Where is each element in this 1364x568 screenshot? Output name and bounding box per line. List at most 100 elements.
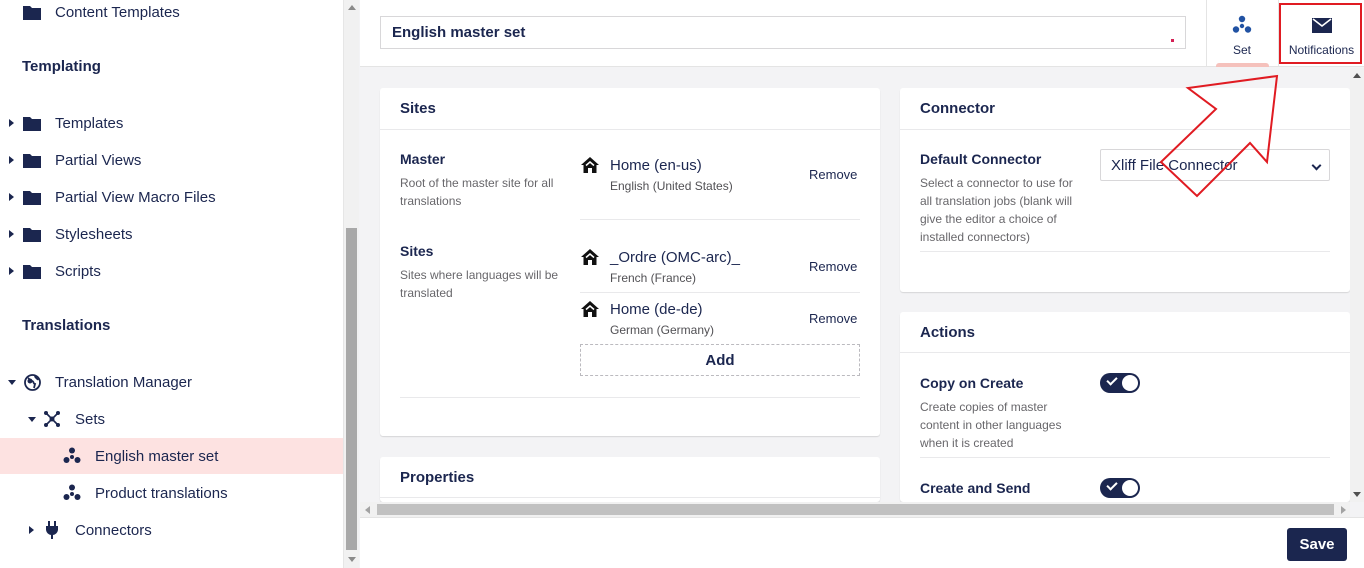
tree-item-connectors[interactable]: Connectors [0,512,343,548]
check-icon [1106,479,1118,491]
section-heading-translations: Translations [22,317,111,334]
sites-label: Sites [400,243,434,259]
tree-item-english-master-set[interactable]: English master set [0,438,343,474]
tree-item-templates[interactable]: Templates [0,105,343,141]
caret-down-icon[interactable] [8,379,16,385]
tree-item-label: Templates [55,114,124,132]
tree-item-label: Partial Views [55,151,142,169]
plug-icon [43,521,61,539]
divider [920,457,1330,458]
check-icon [1106,374,1118,386]
scroll-down-arrow-icon[interactable] [348,557,356,562]
default-connector-label: Default Connector [920,151,1042,167]
folder-icon [23,152,41,168]
remove-master-link[interactable]: Remove [809,167,857,182]
tree-item-translation-manager[interactable]: Translation Manager [0,364,343,400]
tree-item-label: Product translations [95,484,228,502]
caret-down-icon[interactable] [28,416,36,422]
site-culture: German (Germany) [610,323,715,337]
folder-icon [23,263,41,279]
remove-site-link[interactable]: Remove [809,259,857,274]
tree-item-label: Connectors [75,521,152,539]
copy-on-create-label: Copy on Create [920,375,1024,391]
active-tab-indicator [1216,63,1269,67]
caret-right-icon[interactable] [9,230,14,238]
copy-on-create-description: Create copies of master content in other… [920,400,1062,450]
create-and-send-toggle[interactable] [1100,478,1140,498]
folder-icon [23,189,41,205]
site-name: Home (de-de) [610,301,703,318]
caret-right-icon[interactable] [9,156,14,164]
sidebar-scroll-thumb[interactable] [346,228,357,550]
scroll-down-arrow-icon[interactable] [1353,492,1361,497]
home-icon [581,301,599,317]
scroll-left-arrow-icon[interactable] [365,506,370,514]
master-label: Master [400,151,446,167]
divider [580,292,860,293]
connector-panel: Connector Default Connector Select a con… [900,88,1350,292]
tree-item-content-templates[interactable]: Content Templates [0,0,343,30]
editor-footer: Save [360,517,1364,568]
home-icon [581,249,599,265]
set-icon [63,447,81,464]
tree-item-partial-views[interactable]: Partial Views [0,142,343,178]
scroll-right-arrow-icon[interactable] [1341,506,1346,514]
tree-item-label: Sets [75,410,106,428]
main-horizontal-scrollbar[interactable] [360,502,1350,517]
set-name-input[interactable] [380,16,1186,49]
divider [900,352,1350,353]
create-and-send-label: Create and Send [920,480,1031,496]
master-site-name: Home (en-us) [610,157,702,174]
tree-item-label: English master set [95,447,219,465]
copy-on-create-toggle[interactable] [1100,373,1140,393]
sidebar-scrollbar[interactable] [343,0,359,568]
site-name: _Ordre (OMC-arc)_ [610,249,741,266]
tree-item-stylesheets[interactable]: Stylesheets [0,216,343,252]
network-icon [43,411,61,427]
tree-item-scripts[interactable]: Scripts [0,253,343,289]
folder-icon [23,115,41,131]
section-heading-templating: Templating [22,58,101,75]
add-site-button[interactable]: Add [580,344,860,376]
horizontal-scroll-thumb[interactable] [377,504,1334,515]
divider [380,497,880,498]
caret-right-icon[interactable] [29,526,34,534]
panel-title: Sites [400,100,436,117]
master-site-culture: English (United States) [610,179,733,193]
divider [400,397,860,398]
divider [580,219,860,220]
notifications-highlight-box [1279,3,1362,64]
scroll-up-arrow-icon[interactable] [348,5,356,10]
tree-item-label: Scripts [55,262,101,280]
tab-set[interactable]: Set [1206,0,1277,67]
connector-select[interactable]: Xliff File Connector [1100,149,1330,181]
default-connector-description: Select a connector to use for all transl… [920,176,1073,244]
main-vertical-scrollbar[interactable] [1350,68,1364,502]
toggle-knob [1122,480,1138,496]
tree-item-label: Translation Manager [55,373,193,391]
tree-item-label: Stylesheets [55,225,133,243]
remove-site-link[interactable]: Remove [809,311,857,326]
divider [900,129,1350,130]
toggle-knob [1122,375,1138,391]
tree-item-label: Partial View Macro Files [55,188,216,206]
selected-connector: Xliff File Connector [1111,156,1238,174]
tree-item-product-translations[interactable]: Product translations [0,475,343,511]
caret-right-icon[interactable] [9,119,14,127]
tree-item-partial-view-macro-files[interactable]: Partial View Macro Files [0,179,343,215]
save-button[interactable]: Save [1287,528,1347,561]
sites-description: Sites where languages will be translated [400,268,559,300]
caret-right-icon[interactable] [9,267,14,275]
tree-item-label: Content Templates [55,3,180,21]
globe-icon [23,373,41,391]
properties-panel: Properties [380,457,880,502]
tree-item-sets[interactable]: Sets [0,401,343,437]
folder-icon [23,226,41,242]
caret-right-icon[interactable] [9,193,14,201]
scroll-up-arrow-icon[interactable] [1353,73,1361,78]
home-icon [581,157,599,173]
chevron-down-icon [1311,160,1322,171]
site-culture: French (France) [610,271,697,285]
panel-title: Actions [920,324,976,341]
master-description: Root of the master site for all translat… [400,176,554,208]
